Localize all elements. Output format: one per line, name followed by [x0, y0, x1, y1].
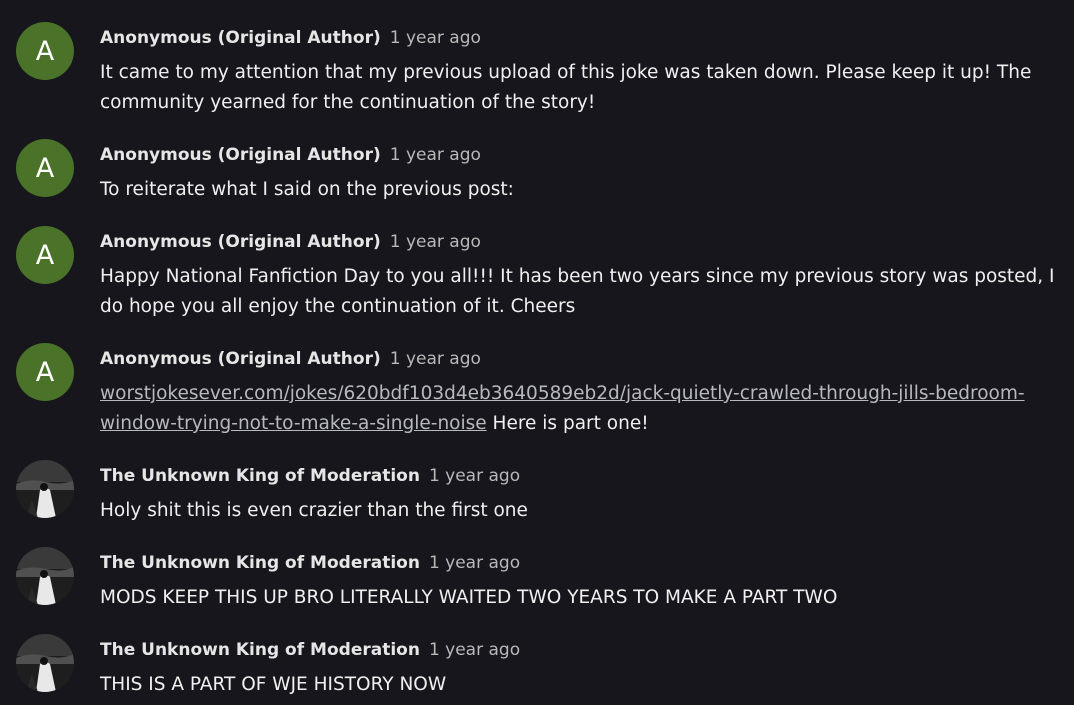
comment-timestamp: 1 year ago	[389, 28, 481, 48]
comment-text: worstjokesever.com/jokes/620bdf103d4eb36…	[100, 379, 1045, 439]
profile-photo-icon	[16, 460, 74, 518]
comment-meta: Anonymous (Original Author) 1 year ago	[100, 144, 481, 166]
comment-author[interactable]: The Unknown King of Moderation	[100, 640, 420, 660]
comment-text: To reiterate what I said on the previous…	[100, 179, 514, 200]
comment-author[interactable]: Anonymous (Original Author)	[100, 349, 381, 369]
avatar[interactable]: A	[16, 22, 74, 80]
comment-text: It came to my attention that my previous…	[100, 62, 1032, 113]
comment-timestamp: 1 year ago	[389, 232, 481, 252]
avatar[interactable]: A	[16, 226, 74, 284]
comment-text: MODS KEEP THIS UP BRO LITERALLY WAITED T…	[100, 587, 838, 608]
avatar[interactable]: A	[16, 343, 74, 401]
comment-meta: Anonymous (Original Author) 1 year ago	[100, 27, 481, 49]
comment-meta: Anonymous (Original Author) 1 year ago	[100, 231, 481, 253]
avatar[interactable]	[16, 547, 74, 605]
comment-timestamp: 1 year ago	[428, 466, 521, 486]
comment-timestamp: 1 year ago	[428, 640, 521, 660]
avatar[interactable]	[16, 460, 74, 518]
profile-photo-icon	[16, 547, 74, 605]
comment-author[interactable]: The Unknown King of Moderation	[100, 553, 420, 573]
comment-meta: The Unknown King of Moderation 1 year ago	[100, 552, 520, 574]
profile-photo-icon	[16, 634, 74, 692]
comment-timestamp: 1 year ago	[389, 145, 481, 165]
comment-timestamp: 1 year ago	[428, 553, 521, 573]
comment-text: Happy National Fanfiction Day to you all…	[100, 266, 1055, 317]
comment-author[interactable]: Anonymous (Original Author)	[100, 232, 381, 252]
comment-text: THIS IS A PART OF WJE HISTORY NOW	[100, 674, 447, 695]
comment-timestamp: 1 year ago	[389, 349, 481, 369]
comment-meta: Anonymous (Original Author) 1 year ago	[100, 348, 481, 370]
comment-author[interactable]: Anonymous (Original Author)	[100, 145, 381, 165]
comment-meta: The Unknown King of Moderation 1 year ago	[100, 639, 520, 661]
comment-meta: The Unknown King of Moderation 1 year ago	[100, 465, 520, 487]
comment-text-suffix: Here is part one!	[486, 413, 649, 434]
avatar[interactable]	[16, 634, 74, 692]
comment-author[interactable]: Anonymous (Original Author)	[100, 28, 381, 48]
comment-text: Holy shit this is even crazier than the …	[100, 500, 528, 521]
avatar[interactable]: A	[16, 139, 74, 197]
comment-author[interactable]: The Unknown King of Moderation	[100, 466, 420, 486]
